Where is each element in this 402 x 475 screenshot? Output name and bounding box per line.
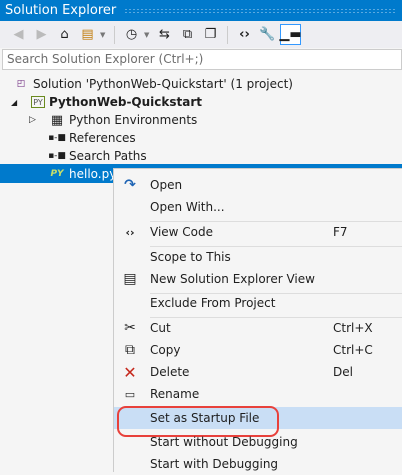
- solution-icon: ◰: [16, 79, 26, 89]
- menu-item-scope-to-this[interactable]: Scope to This: [114, 246, 402, 268]
- tree-label: Python Environments: [69, 113, 198, 127]
- back-icon[interactable]: ◀: [8, 24, 29, 45]
- menu-label: Scope to This: [150, 250, 231, 264]
- menu-shortcut: Del: [333, 365, 353, 379]
- menu-item-start-without-debugging[interactable]: Start without Debugging: [114, 431, 402, 453]
- chevron-down-icon[interactable]: ▼: [100, 31, 108, 39]
- toolbar: ◀ ▶ ⌂ ▤ ▼ ◷ ▼ ⇆ ⧉ ❐ ‹› 🔧 ▁▬: [0, 21, 402, 48]
- tree-item-hello-py[interactable]: PY hello.py: [49, 165, 116, 183]
- menu-label: Start with Debugging: [150, 457, 279, 471]
- menu-item-delete[interactable]: ✕ Delete Del: [114, 361, 402, 383]
- rename-icon: ▭: [124, 387, 136, 401]
- python-project-icon: PY: [31, 96, 45, 108]
- environments-icon: ▦: [50, 112, 64, 128]
- open-arrow-icon: ↷: [124, 177, 136, 193]
- forward-icon[interactable]: ▶: [31, 24, 52, 45]
- menu-label: Open With...: [150, 200, 225, 214]
- tree-label: Search Paths: [69, 149, 147, 163]
- sync-icon[interactable]: ⇆: [154, 24, 175, 45]
- menu-label: Cut: [150, 321, 171, 335]
- toolbar-divider: [227, 25, 228, 44]
- delete-x-icon: ✕: [123, 362, 137, 382]
- tree-item-references[interactable]: ▪-■ References: [48, 129, 136, 147]
- pending-changes-filter-icon[interactable]: ◷: [121, 24, 142, 45]
- menu-shortcut: Ctrl+X: [333, 321, 373, 335]
- switch-views-icon[interactable]: ▤: [77, 24, 98, 45]
- menu-label: Delete: [150, 365, 190, 379]
- show-all-files-icon[interactable]: ❐: [200, 24, 221, 45]
- references-icon: ▪-■: [48, 133, 66, 143]
- toolbar-divider: [114, 25, 115, 44]
- menu-item-rename[interactable]: ▭ Rename: [114, 383, 402, 405]
- menu-item-copy[interactable]: ⧉ Copy Ctrl+C: [114, 339, 402, 361]
- tree-item-search-paths[interactable]: ▪-■ Search Paths: [48, 147, 147, 165]
- preview-icon[interactable]: ▁▬: [279, 24, 302, 45]
- menu-label: Exclude From Project: [150, 296, 276, 310]
- menu-label: Start without Debugging: [150, 435, 298, 449]
- context-menu: ↷ Open Open With... ‹› View Code F7 Scope t…: [113, 168, 402, 472]
- tree-item-project[interactable]: ◢ PY PythonWeb-Quickstart: [11, 93, 202, 111]
- collapsed-arrow-icon[interactable]: ▷: [29, 115, 49, 125]
- collapse-all-icon[interactable]: ⧉: [177, 24, 198, 45]
- panel-title-bar: Solution Explorer: [0, 0, 402, 21]
- tree-label: PythonWeb-Quickstart: [49, 95, 203, 109]
- python-file-icon: PY: [50, 169, 64, 179]
- menu-shortcut: F7: [333, 225, 348, 239]
- chevron-down-icon[interactable]: ▼: [144, 31, 152, 39]
- title-grip[interactable]: [124, 7, 397, 14]
- menu-item-view-code[interactable]: ‹› View Code F7: [114, 221, 402, 243]
- view-code-icon[interactable]: ‹›: [234, 24, 255, 45]
- tree-label: hello.py: [69, 167, 117, 181]
- menu-label: Copy: [150, 343, 181, 357]
- search-paths-icon: ▪-■: [48, 151, 66, 161]
- menu-label: Rename: [150, 387, 200, 401]
- menu-item-open[interactable]: ↷ Open: [114, 174, 402, 196]
- menu-label: New Solution Explorer View: [150, 272, 315, 286]
- new-view-icon: ▤: [123, 271, 137, 287]
- menu-item-new-solution-explorer-view[interactable]: ▤ New Solution Explorer View: [114, 268, 402, 290]
- tree-item-solution[interactable]: ◰ Solution 'PythonWeb-Quickstart' (1 proj…: [13, 75, 293, 93]
- menu-item-cut[interactable]: ✂ Cut Ctrl+X: [114, 317, 402, 339]
- home-icon[interactable]: ⌂: [54, 24, 75, 45]
- menu-item-open-with[interactable]: Open With...: [114, 196, 402, 218]
- search-input[interactable]: Search Solution Explorer (Ctrl+;): [2, 49, 402, 70]
- copy-icon: ⧉: [125, 342, 135, 358]
- menu-label: View Code: [150, 225, 214, 239]
- menu-shortcut: Ctrl+C: [333, 343, 373, 357]
- tree-item-python-environments[interactable]: ▷ ▦ Python Environments: [29, 111, 197, 129]
- expanded-arrow-icon[interactable]: ◢: [11, 98, 31, 107]
- menu-label: Open: [150, 178, 183, 192]
- menu-item-exclude-from-project[interactable]: Exclude From Project: [114, 292, 402, 314]
- scissors-icon: ✂: [124, 320, 136, 336]
- tree-label: References: [69, 131, 136, 145]
- panel-title: Solution Explorer: [5, 3, 117, 18]
- properties-icon[interactable]: 🔧: [257, 24, 278, 45]
- tree-label: Solution 'PythonWeb-Quickstart' (1 proje…: [33, 77, 293, 91]
- view-code-icon: ‹›: [125, 225, 135, 239]
